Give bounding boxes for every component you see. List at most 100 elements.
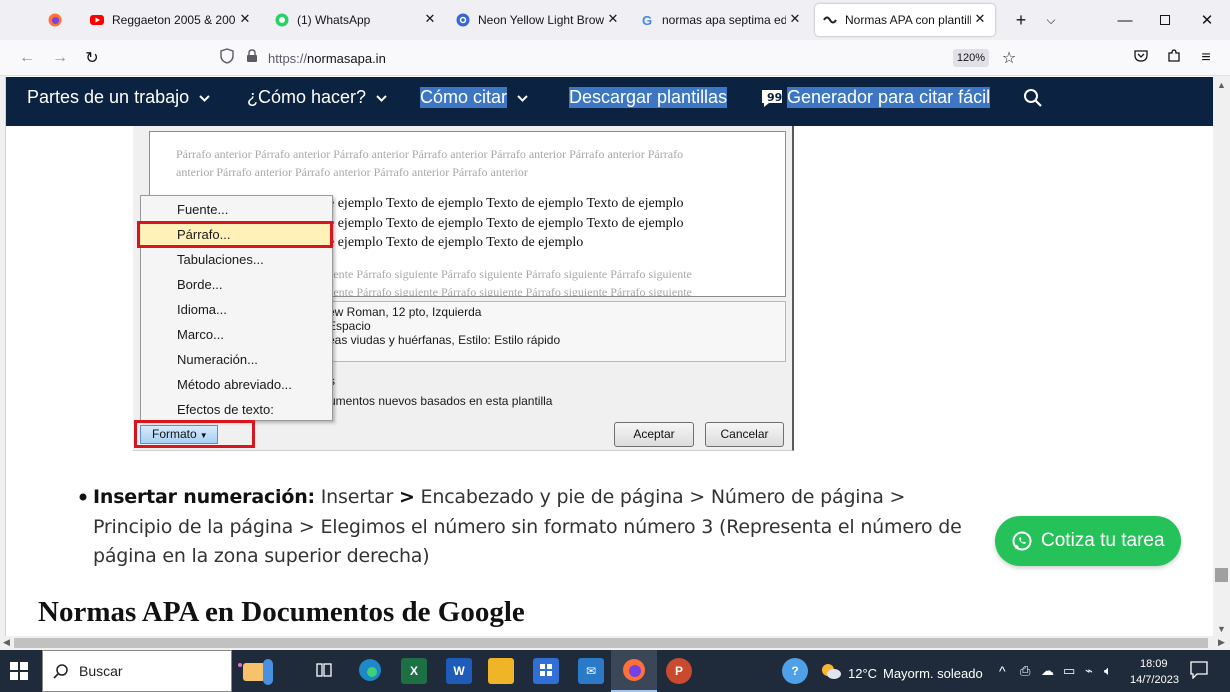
highlight-box-parrafo	[137, 221, 333, 248]
preview-next-paragraph: iente Párrafo siguiente Párrafo siguient…	[330, 267, 692, 281]
bookmark-button[interactable]: ☆	[996, 45, 1022, 71]
clock-time[interactable]: 18:09	[1140, 658, 1168, 670]
site-info-button[interactable]	[239, 45, 265, 71]
close-window-button[interactable]: ✕	[1186, 0, 1228, 40]
clock-date[interactable]: 14/7/2023	[1130, 674, 1179, 686]
nav-label: ¿Cómo hacer?	[247, 87, 367, 107]
taskbar-help[interactable]: ?	[782, 658, 808, 684]
menu-item-fuente[interactable]: Fuente...	[177, 202, 228, 217]
list-all-tabs-button[interactable]: ⌵	[1030, 0, 1072, 40]
back-button[interactable]: ←	[14, 45, 40, 71]
tab-canva[interactable]: Neon Yellow Light Brown C ✕	[456, 0, 628, 40]
taskbar-search-box[interactable]: Buscar	[42, 650, 273, 692]
tab-youtube[interactable]: Reggaeton 2005 & 2006 Vid ✕	[90, 0, 260, 40]
close-tab-icon[interactable]: ✕	[973, 12, 987, 26]
taskbar-store[interactable]	[533, 658, 559, 684]
url-field[interactable]: https://normasapa.in	[268, 51, 386, 66]
cotiza-tarea-button[interactable]: Cotiza tu tarea	[995, 516, 1181, 566]
horizontal-scroll-thumb[interactable]	[14, 638, 1208, 648]
nav-label: Cómo citar	[420, 87, 508, 108]
network-icon[interactable]: ⌁	[1085, 663, 1093, 679]
menu-item-numeracion[interactable]: Numeración...	[177, 352, 258, 367]
notification-center-button[interactable]	[1190, 661, 1208, 684]
scroll-up-arrow-icon[interactable]: ▲	[1217, 80, 1226, 90]
url-domain: normasapa.in	[307, 51, 386, 66]
scroll-left-arrow-icon[interactable]: ◀	[3, 637, 10, 648]
section-heading: Normas APA en Documentos de Google	[38, 596, 525, 628]
arrow-right-icon: →	[52, 49, 68, 66]
minimize-button[interactable]: —	[1104, 0, 1146, 40]
menu-item-tabulaciones[interactable]: Tabulaciones...	[177, 252, 264, 267]
close-tab-icon[interactable]: ✕	[423, 12, 437, 26]
menu-button[interactable]: ≡	[1193, 45, 1219, 71]
tab-title: Neon Yellow Light Brown C	[478, 13, 604, 27]
preview-sample-text: e ejemplo Texto de ejemplo Texto de ejem…	[328, 235, 584, 250]
nav-como-hacer[interactable]: ¿Cómo hacer?	[247, 87, 387, 108]
search-icon	[1023, 88, 1043, 113]
chevron-down-icon	[517, 91, 528, 105]
close-tab-icon[interactable]: ✕	[238, 12, 252, 26]
menu-item-marco[interactable]: Marco...	[177, 327, 224, 342]
format-dropdown-button[interactable]: Formato ▼	[140, 425, 218, 444]
reload-button[interactable]: ↻	[79, 45, 105, 71]
task-view-icon	[315, 662, 333, 681]
cancel-button[interactable]: Cancelar	[705, 422, 784, 447]
menu-item-borde[interactable]: Borde...	[177, 277, 223, 292]
taskbar-edge[interactable]	[357, 658, 383, 684]
tab-whatsapp[interactable]: (1) WhatsApp ✕	[275, 0, 445, 40]
site-search-button[interactable]	[1023, 88, 1043, 113]
vertical-scroll-thumb[interactable]	[1215, 568, 1228, 582]
pocket-button[interactable]	[1128, 45, 1154, 71]
url-scheme: https://	[268, 51, 308, 66]
weather-widget[interactable]	[820, 662, 842, 685]
word-icon: W	[453, 664, 465, 678]
taskbar-file-explorer[interactable]	[488, 658, 514, 684]
taskbar-excel[interactable]: X	[401, 658, 427, 684]
store-icon	[539, 663, 553, 680]
site-navigation: Partes de un trabajo ¿Cómo hacer? Cómo c…	[6, 77, 1213, 126]
nav-como-citar[interactable]: Cómo citar	[420, 87, 528, 108]
battery-icon[interactable]: ▭	[1063, 663, 1075, 679]
menu-item-idioma[interactable]: Idioma...	[177, 302, 227, 317]
taskbar-mail[interactable]: ✉	[578, 658, 604, 684]
close-tab-icon[interactable]: ✕	[788, 12, 802, 26]
menu-item-efectos-de-texto[interactable]: Efectos de texto:	[177, 402, 274, 417]
chevron-up-icon[interactable]: ^	[999, 663, 1006, 679]
forward-button[interactable]: →	[47, 45, 73, 71]
tray-camera-icon[interactable]: ⎙	[1020, 663, 1030, 679]
excel-icon: X	[409, 664, 418, 678]
vertical-scrollbar[interactable]	[1213, 76, 1230, 636]
bullet-bold-label: Insertar numeración:	[93, 486, 315, 508]
tab-title: normas apa septima edicion	[662, 13, 786, 27]
scroll-right-arrow-icon[interactable]: ▶	[1218, 637, 1225, 648]
maximize-button[interactable]	[1144, 0, 1186, 40]
task-view-button[interactable]	[311, 658, 337, 684]
nav-descargar-plantillas[interactable]: Descargar plantillas	[569, 87, 728, 108]
tab-normasapa[interactable]: Normas APA con plantilla y ✕	[815, 4, 995, 36]
tab-firefox[interactable]	[48, 0, 72, 40]
tab-google[interactable]: G normas apa septima edicion ✕	[640, 0, 810, 40]
taskbar-word[interactable]: W	[446, 658, 472, 684]
close-tab-icon[interactable]: ✕	[606, 12, 620, 26]
search-placeholder: Buscar	[79, 663, 123, 679]
extensions-button[interactable]	[1161, 45, 1187, 71]
tracking-protection-button[interactable]	[214, 45, 240, 71]
format-button-label: Formato	[152, 427, 197, 441]
volume-icon[interactable]: 🔈︎	[1104, 663, 1112, 679]
nav-generador-citar[interactable]: 99 Generador para citar fácil	[761, 87, 991, 108]
menu-item-metodo-abreviado[interactable]: Método abreviado...	[177, 377, 292, 392]
quote-bubble-icon: 99	[761, 88, 783, 108]
taskbar-powerpoint[interactable]: P	[666, 658, 692, 684]
accept-button[interactable]: Aceptar	[614, 422, 694, 447]
menu-item-parrafo[interactable]: Párrafo...	[177, 227, 230, 242]
windows-icon	[10, 662, 28, 684]
preview-previous-paragraph: anterior Párrafo anterior Párrafo anteri…	[176, 165, 528, 179]
taskbar-firefox-active[interactable]	[611, 650, 657, 692]
onedrive-icon[interactable]: ☁	[1041, 663, 1054, 679]
reload-icon: ↻	[85, 50, 99, 67]
scroll-down-arrow-icon[interactable]: ▼	[1217, 624, 1226, 634]
firefox-icon	[48, 13, 62, 27]
zoom-indicator[interactable]: 120%	[953, 49, 989, 67]
start-button[interactable]	[10, 662, 28, 685]
nav-partes-de-un-trabajo[interactable]: Partes de un trabajo	[27, 87, 210, 108]
